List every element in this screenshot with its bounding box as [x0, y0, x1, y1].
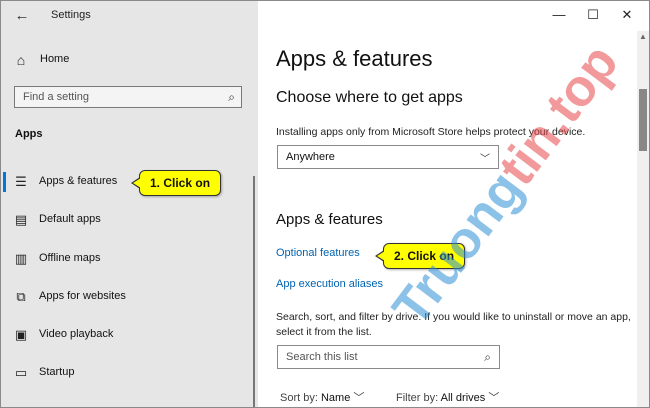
scrollbar-thumb[interactable] — [639, 89, 647, 151]
section-title: Apps — [15, 128, 43, 140]
window-controls: — ☐ ✕ — [549, 5, 639, 25]
sort-label: Sort by: — [280, 392, 318, 404]
app-source-dropdown[interactable]: Anywhere ﹀ — [277, 145, 499, 169]
sidebar-item-startup[interactable]: ▭ Startup — [1, 361, 251, 385]
sidebar-item-label: Startup — [39, 366, 75, 378]
settings-window: ← Settings ⌂ Home Find a setting ⌕ Apps … — [0, 0, 650, 408]
callout-step-1: 1. Click on — [131, 170, 222, 196]
sidebar-scrollbar[interactable] — [253, 176, 255, 407]
find-setting-input[interactable]: Find a setting ⌕ — [14, 86, 242, 108]
web-link-icon: ⧉ — [16, 289, 26, 304]
home-label: Home — [40, 53, 70, 65]
apps-list-icon: ☰ — [15, 174, 27, 189]
search-list-input[interactable]: Search this list ⌕ — [277, 345, 500, 369]
filter-label: Filter by: — [396, 392, 439, 404]
sidebar-item-label: Default apps — [39, 213, 101, 225]
sidebar-item-label: Apps & features — [39, 175, 118, 187]
maximize-icon[interactable]: ☐ — [583, 5, 603, 25]
sidebar-item-apps-websites[interactable]: ⧉ Apps for websites — [1, 285, 251, 309]
search-icon[interactable]: ⌕ — [228, 90, 235, 105]
callout-pointer-fill — [377, 251, 385, 261]
sidebar-item-label: Video playback — [39, 328, 114, 340]
scroll-up-icon[interactable]: ▲ — [637, 31, 649, 43]
main-scrollbar[interactable]: ▲ — [637, 31, 649, 407]
search-placeholder: Find a setting — [23, 91, 90, 103]
search-placeholder: Search this list — [286, 351, 358, 363]
choose-heading: Choose where to get apps — [276, 89, 463, 106]
home-nav-item[interactable]: ⌂ Home — [13, 51, 243, 71]
video-icon: ▣ — [14, 327, 28, 342]
search-icon: ⌕ — [484, 350, 491, 364]
sidebar-item-default-apps[interactable]: ▤ Default apps — [1, 208, 251, 232]
sort-by-control[interactable]: Sort by: Name ﹀ — [280, 389, 364, 405]
filter-value: All drives — [440, 392, 486, 404]
minimize-icon[interactable]: — — [549, 5, 569, 25]
window-title: Settings — [51, 9, 91, 21]
optional-features-link[interactable]: Optional features — [276, 247, 360, 259]
map-icon: ▥ — [14, 251, 28, 266]
callout-pointer-fill — [133, 178, 141, 188]
sidebar-item-video-playback[interactable]: ▣ Video playback — [1, 323, 251, 347]
default-apps-icon: ▤ — [14, 212, 28, 227]
sidebar: ← Settings ⌂ Home Find a setting ⌕ Apps … — [1, 1, 258, 407]
dropdown-value: Anywhere — [286, 151, 335, 163]
list-description: Search, sort, and filter by drive. If yo… — [276, 311, 631, 338]
startup-icon: ▭ — [14, 365, 28, 380]
sidebar-item-offline-maps[interactable]: ▥ Offline maps — [1, 247, 251, 271]
sidebar-item-label: Offline maps — [39, 252, 101, 264]
callout-text: 1. Click on — [150, 176, 211, 190]
chevron-down-icon: ﹀ — [353, 392, 365, 404]
title-bar: ← Settings — [1, 1, 258, 31]
close-icon[interactable]: ✕ — [617, 5, 637, 25]
page-title: Apps & features — [276, 46, 433, 71]
sort-value: Name — [320, 392, 351, 404]
app-execution-aliases-link[interactable]: App execution aliases — [276, 278, 383, 290]
sidebar-item-label: Apps for websites — [39, 290, 126, 302]
filter-by-control[interactable]: Filter by: All drives ﹀ — [396, 389, 499, 405]
back-arrow-icon[interactable]: ← — [13, 7, 31, 25]
home-icon: ⌂ — [16, 52, 26, 68]
choose-description: Installing apps only from Microsoft Stor… — [276, 126, 586, 138]
section-heading: Apps & features — [276, 211, 383, 228]
chevron-down-icon: ﹀ — [488, 392, 500, 404]
